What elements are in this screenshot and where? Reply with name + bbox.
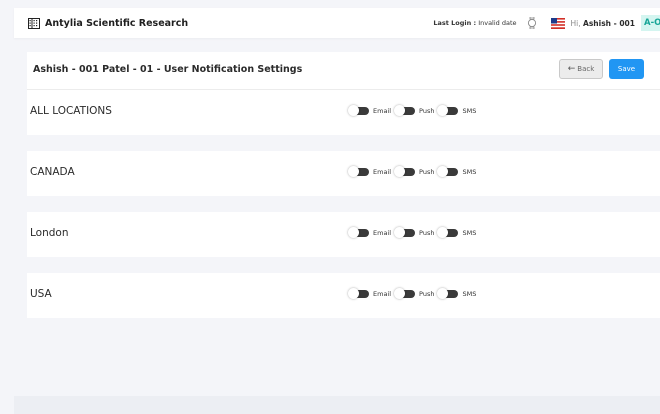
email-label: Email bbox=[373, 290, 392, 298]
save-button[interactable]: Save bbox=[609, 59, 644, 79]
toggle-knob bbox=[437, 288, 449, 299]
top-navbar: Antylia Scientific Research Last Login :… bbox=[14, 8, 660, 38]
location-row-usa: USA Email Push SMS bbox=[27, 273, 660, 318]
page-footer-area bbox=[14, 396, 660, 414]
back-button-label: Back bbox=[577, 65, 595, 73]
push-label: Push bbox=[419, 107, 435, 115]
brand[interactable]: Antylia Scientific Research bbox=[28, 17, 189, 29]
toggle-knob bbox=[437, 166, 449, 177]
toggle-knob bbox=[394, 166, 406, 177]
location-name: CANADA bbox=[30, 166, 75, 178]
avatar[interactable]: A-O bbox=[641, 15, 660, 31]
email-label: Email bbox=[373, 229, 392, 237]
location-name: USA bbox=[30, 288, 52, 300]
toggle-knob bbox=[394, 288, 406, 299]
email-toggle[interactable] bbox=[348, 227, 369, 238]
sms-label: SMS bbox=[462, 229, 477, 237]
last-login: Last Login : Invalid date bbox=[433, 19, 516, 27]
watch-icon[interactable] bbox=[527, 17, 537, 29]
email-toggle[interactable] bbox=[348, 105, 369, 116]
push-label: Push bbox=[419, 229, 435, 237]
settings-header: Ashish - 001 Patel - 01 - User Notificat… bbox=[27, 52, 660, 90]
location-row-all-locations: ALL LOCATIONS Email Push SMS bbox=[27, 90, 660, 135]
back-button[interactable]: ← Back bbox=[559, 59, 603, 79]
toggle-knob bbox=[437, 227, 449, 238]
location-row-canada: CANADA Email Push SMS bbox=[27, 151, 660, 196]
user-greeting[interactable]: Hi, Ashish - 001 bbox=[571, 19, 635, 28]
push-toggle[interactable] bbox=[394, 105, 416, 116]
last-login-value: Invalid date bbox=[478, 19, 517, 27]
location-name: London bbox=[30, 227, 69, 239]
push-toggle[interactable] bbox=[394, 288, 416, 299]
brand-name: Antylia Scientific Research bbox=[45, 17, 189, 29]
email-label: Email bbox=[373, 107, 392, 115]
sms-toggle[interactable] bbox=[437, 166, 459, 177]
push-toggle[interactable] bbox=[394, 166, 416, 177]
notification-toggles: Email Push SMS bbox=[348, 288, 480, 299]
push-label: Push bbox=[419, 290, 435, 298]
toggle-knob bbox=[394, 105, 406, 116]
toggle-knob bbox=[348, 105, 359, 116]
toggle-knob bbox=[394, 227, 406, 238]
notification-toggles: Email Push SMS bbox=[348, 105, 480, 116]
page-title: Ashish - 001 Patel - 01 - User Notificat… bbox=[33, 64, 303, 75]
push-label: Push bbox=[419, 168, 435, 176]
arrow-left-icon: ← bbox=[567, 64, 576, 74]
us-flag-icon[interactable] bbox=[550, 17, 565, 29]
email-toggle[interactable] bbox=[348, 166, 369, 177]
toggle-knob bbox=[348, 227, 359, 238]
greeting-text: Hi, bbox=[570, 18, 581, 28]
sms-toggle[interactable] bbox=[437, 105, 459, 116]
email-toggle[interactable] bbox=[348, 288, 369, 299]
toggle-knob bbox=[437, 105, 449, 116]
last-login-label: Last Login : bbox=[433, 19, 477, 27]
sms-toggle[interactable] bbox=[437, 227, 459, 238]
building-icon bbox=[28, 17, 40, 29]
notification-toggles: Email Push SMS bbox=[348, 166, 480, 177]
user-name: Ashish - 001 bbox=[583, 18, 635, 28]
email-label: Email bbox=[373, 168, 392, 176]
sms-label: SMS bbox=[462, 290, 477, 298]
header-user-area: Last Login : Invalid date Hi, Ashish - 0… bbox=[433, 8, 660, 38]
location-name: ALL LOCATIONS bbox=[30, 105, 112, 117]
sms-toggle[interactable] bbox=[437, 288, 459, 299]
location-row-london: London Email Push SMS bbox=[27, 212, 660, 257]
push-toggle[interactable] bbox=[394, 227, 416, 238]
toggle-knob bbox=[348, 288, 359, 299]
sms-label: SMS bbox=[462, 168, 477, 176]
sms-label: SMS bbox=[462, 107, 477, 115]
toggle-knob bbox=[348, 166, 359, 177]
notification-toggles: Email Push SMS bbox=[348, 227, 480, 238]
